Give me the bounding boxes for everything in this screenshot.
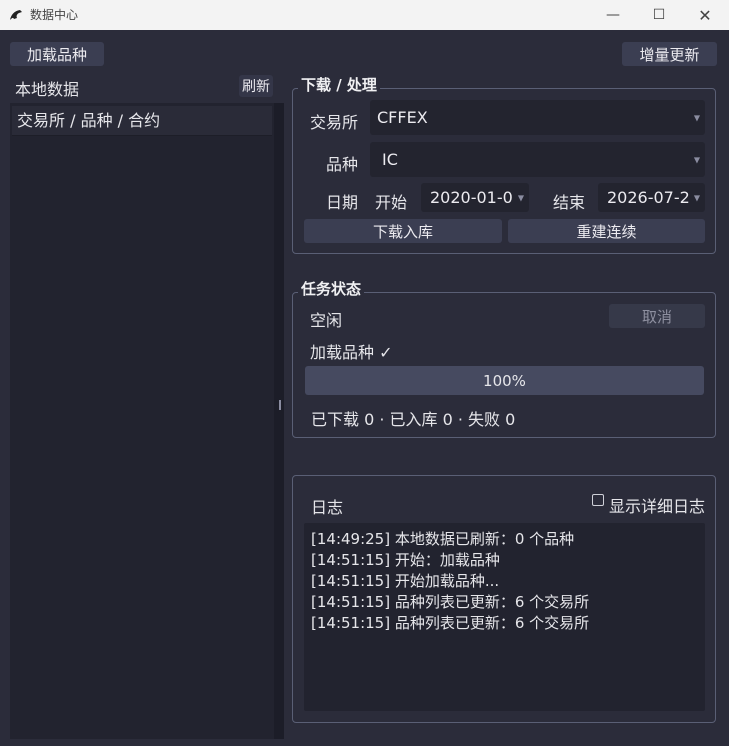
app-logo-icon [10, 10, 22, 20]
start-date-value: 2020-01-0 [430, 188, 513, 207]
task-status-title: 任务状态 [298, 278, 365, 299]
splitter-handle[interactable] [279, 400, 281, 410]
maximize-icon[interactable]: ☐ [636, 0, 682, 30]
log-line: [14:51:15] 开始加载品种... [311, 572, 500, 590]
exchange-select[interactable]: CFFEX ▼ [370, 100, 705, 135]
title-bar: 数据中心 — ☐ ✕ [0, 0, 729, 30]
start-date-input[interactable]: 2020-01-0 ▼ [421, 183, 529, 212]
log-line: [14:51:15] 品种列表已更新：6 个交易所 [311, 614, 590, 632]
product-label: 品种 [326, 155, 359, 174]
chevron-down-icon: ▼ [517, 193, 524, 202]
download-group-title: 下载 / 处理 [298, 74, 380, 95]
local-data-tree[interactable] [10, 103, 274, 739]
product-value: IC [382, 150, 398, 169]
log-title: 日志 [311, 498, 344, 517]
verbose-log-checkbox[interactable] [592, 494, 604, 506]
tree-column-header[interactable]: 交易所 / 品种 / 合约 [12, 106, 272, 136]
vertical-scrollbar[interactable] [274, 103, 284, 739]
start-date-label: 开始 [375, 193, 408, 212]
log-output[interactable]: [14:49:25] 本地数据已刷新：0 个品种 [14:51:15] 开始：加… [304, 523, 705, 711]
log-line: [14:51:15] 开始：加载品种 [311, 551, 500, 569]
task-stats: 已下载 0 · 已入库 0 · 失败 0 [311, 410, 516, 429]
window-title: 数据中心 [30, 8, 79, 22]
log-line: [14:49:25] 本地数据已刷新：0 个品种 [311, 530, 575, 548]
rebuild-continuous-button[interactable]: 重建连续 [508, 219, 705, 243]
load-products-button[interactable]: 加载品种 [10, 42, 104, 66]
task-state: 空闲 [310, 311, 343, 330]
exchange-label: 交易所 [310, 113, 359, 132]
log-line: [14:51:15] 品种列表已更新：6 个交易所 [311, 593, 590, 611]
chevron-down-icon: ▼ [693, 155, 700, 164]
current-task-label: 加载品种 ✓ [310, 343, 393, 362]
download-import-button[interactable]: 下载入库 [304, 219, 502, 243]
end-date-input[interactable]: 2026-07-2 ▼ [598, 183, 705, 212]
minimize-icon[interactable]: — [590, 0, 636, 30]
verbose-log-label[interactable]: 显示详细日志 [609, 493, 705, 517]
cancel-button[interactable]: 取消 [609, 304, 705, 328]
progress-text: 100% [483, 371, 526, 390]
chevron-down-icon: ▼ [693, 113, 700, 122]
local-data-label: 本地数据 [15, 80, 80, 99]
refresh-button[interactable]: 刷新 [239, 75, 273, 97]
incremental-update-button[interactable]: 增量更新 [622, 42, 717, 66]
product-select[interactable]: IC ▼ [370, 142, 705, 177]
exchange-value: CFFEX [377, 108, 428, 127]
chevron-down-icon: ▼ [693, 193, 700, 202]
end-date-value: 2026-07-2 [607, 188, 690, 207]
end-date-label: 结束 [553, 193, 586, 212]
close-icon[interactable]: ✕ [682, 0, 728, 30]
progress-bar: 100% [305, 366, 704, 395]
date-label: 日期 [326, 193, 359, 212]
